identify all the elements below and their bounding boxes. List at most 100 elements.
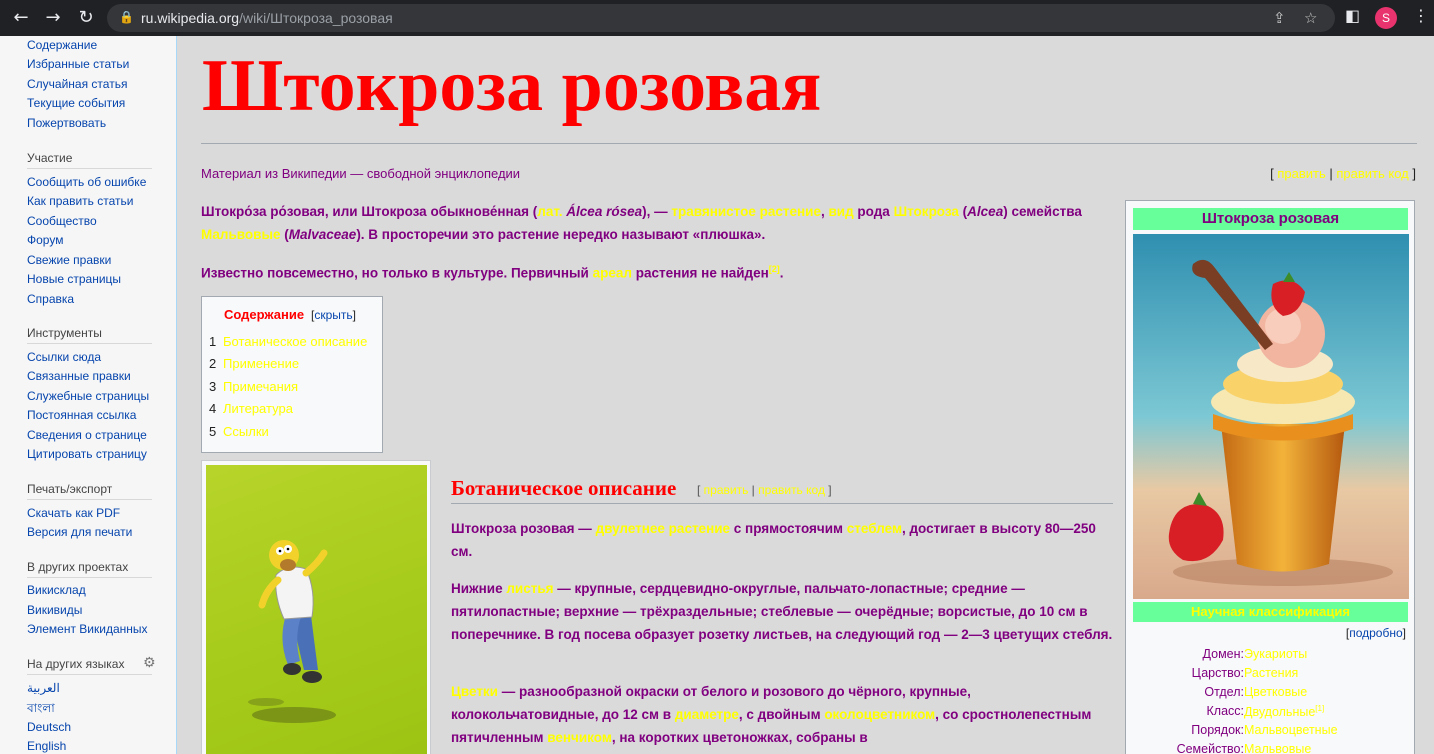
section-paragraph-3: Цветки — разнообразной окраски от белого…: [451, 684, 1092, 745]
link-family[interactable]: Мальвовые: [201, 227, 281, 242]
sidebar-item-community[interactable]: Сообщество: [27, 214, 97, 228]
title-divider: [201, 143, 1417, 144]
page-title: Штокроза розовая: [202, 45, 822, 127]
site-tagline: Материал из Википедии — свободной энцикл…: [201, 166, 521, 181]
ice-cream-image[interactable]: [1133, 234, 1409, 599]
section-edit-link[interactable]: править: [704, 483, 749, 497]
article-content: Штокроза розовая Материал из Википедии —…: [178, 36, 1434, 754]
edit-code-link[interactable]: править код: [1336, 166, 1408, 181]
sidebar-item-donate[interactable]: Пожертвовать: [27, 116, 106, 130]
sidebar-item-help[interactable]: Справка: [27, 292, 74, 306]
link-flowers[interactable]: Цветки: [451, 684, 498, 699]
sidebar-item-download-pdf[interactable]: Скачать как PDF: [27, 506, 120, 520]
lock-icon: 🔒: [119, 10, 134, 24]
sidebar-item-cite[interactable]: Цитировать страницу: [27, 447, 147, 461]
toc-item[interactable]: 5 Ссылки: [209, 424, 269, 439]
taxonomy-value-link[interactable]: Мальвоцветные: [1244, 723, 1338, 737]
taxonomy-value-link[interactable]: Эукариоты: [1244, 647, 1307, 661]
taxonomy-value-link[interactable]: Двудольные: [1244, 705, 1315, 719]
toc-item[interactable]: 4 Литература: [209, 401, 293, 416]
toc-title: Содержание: [224, 307, 305, 322]
more-menu-icon[interactable]: ⋮: [1413, 6, 1429, 25]
section-paragraph-1: Штокроза розовая — двулетнее растение с …: [451, 521, 1096, 559]
sidebar-item-permalink[interactable]: Постоянная ссылка: [27, 408, 136, 422]
sidebar: Содержание Избранные статьи Случайная ст…: [0, 36, 177, 754]
sidebar-heading-projects: В других проектах: [27, 560, 152, 578]
section-edit-links: [ править | править код ]: [697, 483, 832, 497]
sidebar-item-related-changes[interactable]: Связанные правки: [27, 369, 131, 383]
link-leaves[interactable]: листья: [506, 581, 553, 596]
browser-toolbar: ← → ↻ 🔒 ru.wikipedia.org/wiki/Штокроза_р…: [0, 0, 1434, 36]
link-corolla[interactable]: венчиком: [547, 730, 612, 745]
link-genus[interactable]: Штокроза: [894, 204, 959, 219]
toc-hide-link[interactable]: скрыть: [314, 308, 352, 322]
reference-1[interactable]: [1]: [1315, 704, 1324, 713]
infobox: Штокроза розовая Научная классификация […: [1125, 200, 1415, 754]
infobox-more-link[interactable]: подробно: [1349, 626, 1402, 640]
sidebar-lang-arabic[interactable]: العربية: [27, 681, 60, 695]
link-diameter[interactable]: диаметре: [675, 707, 739, 722]
page-edit-links: [ править | править код ]: [1270, 166, 1416, 181]
link-stem[interactable]: стеблем: [847, 521, 902, 536]
sidebar-item-wikidata[interactable]: Элемент Викиданных: [27, 622, 148, 636]
side-panel-icon[interactable]: ◧: [1345, 6, 1360, 25]
taxonomy-value-link[interactable]: Цветковые: [1244, 685, 1307, 699]
link-species[interactable]: вид: [828, 204, 853, 219]
profile-avatar[interactable]: S: [1375, 7, 1397, 29]
section-edit-code-link[interactable]: править код: [758, 483, 825, 497]
taxonomy-value-link[interactable]: Мальвовые: [1244, 742, 1311, 754]
toc-item[interactable]: 3 Примечания: [209, 379, 298, 394]
forward-arrow-icon[interactable]: →: [41, 6, 65, 30]
article-thumbnail: [201, 460, 431, 754]
sidebar-heading-participation: Участие: [27, 151, 152, 169]
sidebar-item-links-here[interactable]: Ссылки сюда: [27, 350, 101, 364]
section-heading-botanical: Ботаническое описание: [451, 476, 677, 500]
sidebar-item-random[interactable]: Случайная статья: [27, 77, 127, 91]
link-latin[interactable]: лат.: [537, 204, 562, 219]
sidebar-item-wikispecies[interactable]: Викивиды: [27, 603, 82, 617]
taxonomy-value-link[interactable]: Растения: [1244, 666, 1298, 680]
share-icon[interactable]: ⇪: [1273, 9, 1286, 27]
toc-hide-toggle: [скрыть]: [311, 308, 356, 322]
reference-2[interactable]: [2]: [769, 264, 780, 274]
sidebar-item-current-events[interactable]: Текущие события: [27, 96, 125, 110]
back-arrow-icon[interactable]: ←: [9, 6, 33, 30]
reload-icon[interactable]: ↻: [74, 6, 98, 30]
toc-item[interactable]: 2 Применение: [209, 356, 299, 371]
cartoon-figure-image[interactable]: [206, 465, 427, 754]
sidebar-heading-print: Печать/экспорт: [27, 482, 152, 500]
sidebar-item-how-to-edit[interactable]: Как править статьи: [27, 194, 133, 208]
intro-paragraph-2: Известно повсеместно, но только в культу…: [201, 264, 784, 281]
link-areal[interactable]: ареал: [593, 266, 632, 281]
toc-item[interactable]: 1 Ботаническое описание: [209, 334, 367, 349]
sidebar-item-printable[interactable]: Версия для печати: [27, 525, 132, 539]
sidebar-item-featured[interactable]: Избранные статьи: [27, 57, 129, 71]
infobox-classification-heading: Научная классификация: [1133, 602, 1408, 622]
sidebar-item-contents[interactable]: Содержание: [27, 38, 97, 52]
section-divider: [451, 503, 1113, 504]
sidebar-item-commons[interactable]: Викисклад: [27, 583, 86, 597]
gear-icon[interactable]: ⚙: [143, 655, 156, 671]
sidebar-item-recent-changes[interactable]: Свежие правки: [27, 253, 111, 267]
sidebar-item-forum[interactable]: Форум: [27, 233, 63, 247]
sidebar-heading-languages: На других языках: [27, 657, 152, 675]
edit-link[interactable]: править: [1277, 166, 1325, 181]
link-perianth[interactable]: околоцветником: [824, 707, 935, 722]
sidebar-item-special-pages[interactable]: Служебные страницы: [27, 389, 149, 403]
infobox-more: [подробно]: [1345, 626, 1406, 640]
bookmark-star-icon[interactable]: ☆: [1304, 9, 1317, 27]
table-of-contents: Содержание [скрыть] 1 Ботаническое описан…: [201, 296, 383, 453]
intro-paragraph: Штокро́за ро́зовая, или Штокроза обыкнов…: [201, 204, 1082, 242]
sidebar-item-new-pages[interactable]: Новые страницы: [27, 272, 121, 286]
sidebar-item-report-error[interactable]: Сообщить об ошибке: [27, 175, 146, 189]
section-paragraph-2: Нижние листья — крупные, сердцевидно-окр…: [451, 581, 1113, 642]
infobox-title: Штокроза розовая: [1133, 208, 1408, 230]
link-biennial[interactable]: двулетнее растение: [596, 521, 730, 536]
sidebar-lang-bengali[interactable]: বাংলা: [27, 700, 55, 720]
sidebar-item-page-info[interactable]: Сведения о странице: [27, 428, 147, 442]
sidebar-lang-english[interactable]: English: [27, 739, 66, 753]
url-text[interactable]: ru.wikipedia.org/wiki/Штокроза_розовая: [141, 10, 393, 26]
link-herbaceous[interactable]: травянистое растение: [671, 204, 821, 219]
address-bar[interactable]: 🔒 ru.wikipedia.org/wiki/Штокроза_розовая…: [107, 4, 1335, 32]
sidebar-lang-german[interactable]: Deutsch: [27, 720, 71, 734]
